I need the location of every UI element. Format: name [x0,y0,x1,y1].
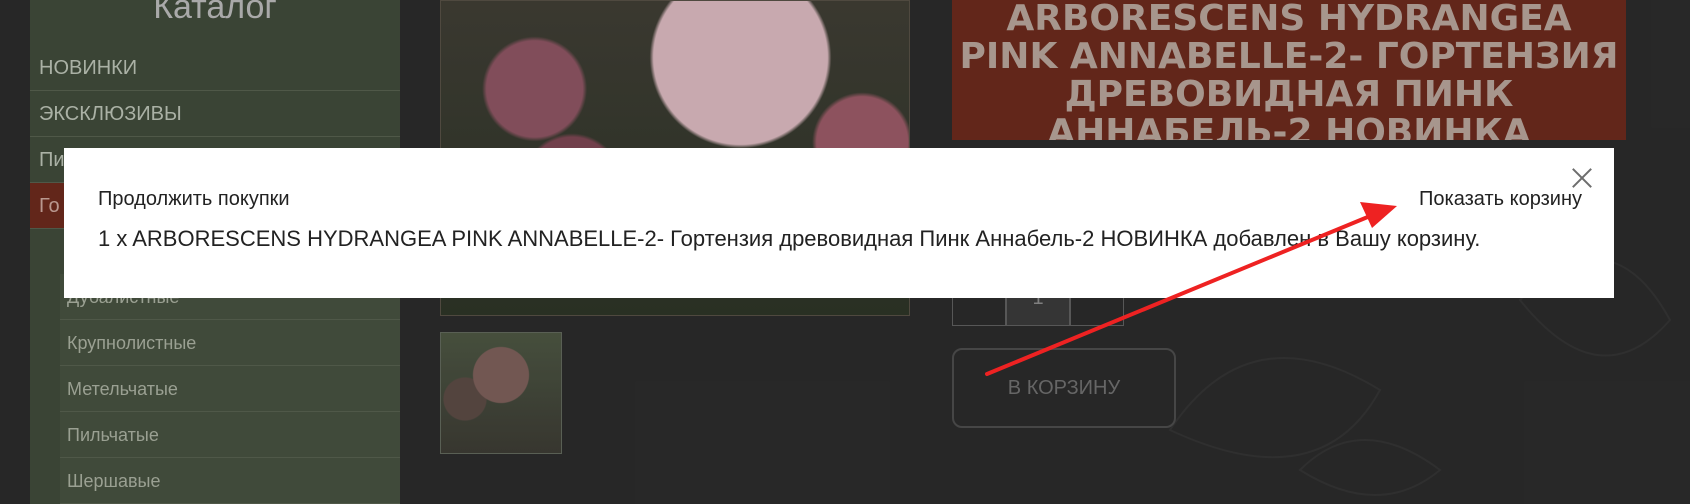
added-to-cart-message: 1 x ARBORESCENS HYDRANGEA PINK ANNABELLE… [98,226,1481,251]
continue-shopping-link[interactable]: Продолжить покупки [98,188,290,211]
show-cart-link[interactable]: Показать корзину [1419,188,1582,211]
added-to-cart-modal: Продолжить покупки Показать корзину 1 x … [64,148,1614,298]
close-icon[interactable] [1570,166,1594,190]
